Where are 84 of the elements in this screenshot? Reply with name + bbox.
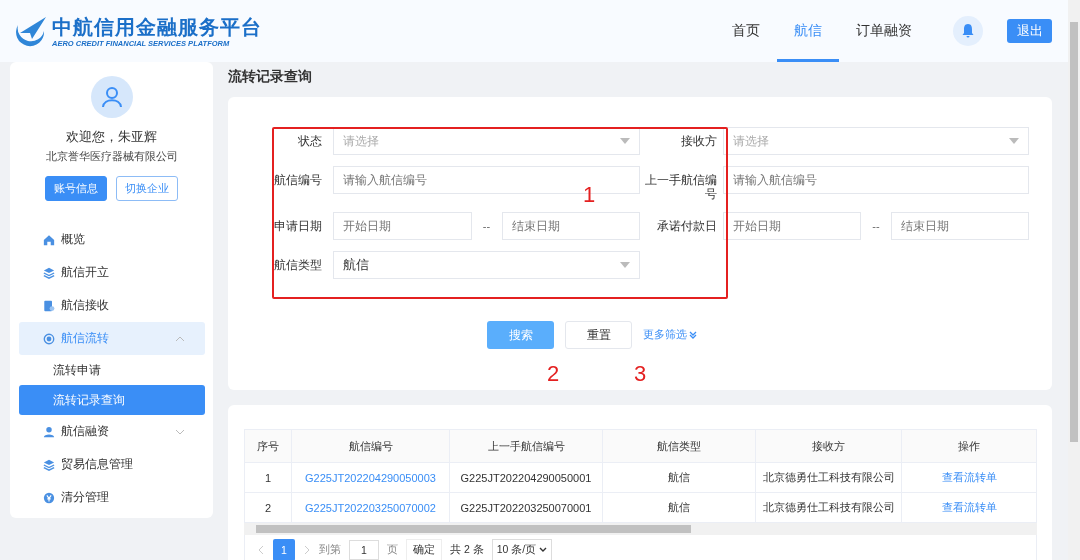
caret-icon	[620, 262, 630, 268]
target-icon	[43, 332, 55, 345]
field-label: 接收方	[680, 134, 718, 149]
field-label: 航信类型	[273, 258, 323, 273]
table-cell: 北京德勇仕工科技有限公司	[755, 462, 902, 493]
date-field[interactable]: 开始日期	[333, 212, 472, 240]
more-filters-link[interactable]: 更多筛选	[643, 328, 697, 342]
table-cell: 北京德勇仕工科技有限公司	[755, 492, 902, 523]
code-link[interactable]: G225JT202204290050003	[291, 462, 450, 493]
page-button[interactable]: 1	[273, 538, 295, 560]
menu-item[interactable]: 航信流转	[19, 322, 205, 355]
column-header: 接收方	[755, 429, 902, 463]
annotation-number: 3	[634, 362, 647, 386]
submenu-item[interactable]: 流转记录查询	[19, 385, 205, 415]
column-header: 航信编号	[291, 429, 450, 463]
column-header: 序号	[244, 429, 292, 463]
menu-item[interactable]: 清分管理	[19, 481, 205, 514]
coin-icon	[43, 491, 55, 504]
horizontal-scrollbar[interactable]	[244, 523, 1037, 535]
submenu-item[interactable]: 流转申请	[19, 355, 205, 385]
greeting-text: 欢迎您，朱亚辉	[65, 128, 158, 146]
annotation-number: 2	[547, 362, 560, 386]
select-field[interactable]: 请选择	[723, 127, 1029, 155]
double-chevron-icon	[689, 331, 697, 339]
menu-item[interactable]: 航信接收	[19, 289, 205, 322]
column-header: 上一手航信编号	[449, 429, 603, 463]
table-cell: 航信	[602, 492, 756, 523]
company-name: 北京誉华医疗器械有限公司	[44, 150, 179, 164]
previous-page-icon[interactable]	[257, 544, 265, 555]
confirm-button[interactable]: 确定	[406, 538, 442, 560]
document-icon	[43, 299, 55, 312]
reset-button[interactable]: 重置	[565, 321, 632, 349]
page-title: 流转记录查询	[228, 67, 313, 86]
table-cell: G225JT202203250070001	[449, 492, 603, 523]
menu-item[interactable]: 贸易信息管理	[19, 448, 205, 481]
date-field[interactable]: 结束日期	[891, 212, 1029, 240]
table-cell: 2	[244, 492, 292, 523]
view-link[interactable]: 查看流转单	[901, 462, 1037, 493]
table-cell: 航信	[602, 462, 756, 493]
field-label: 上一手航信编号	[645, 173, 718, 201]
range-separator: --	[871, 220, 881, 232]
goto-label: 到第	[319, 542, 341, 557]
select-field[interactable]: 请选择	[333, 127, 640, 155]
table-cell: 1	[244, 462, 292, 493]
menu-item[interactable]: 航信融资	[19, 415, 205, 448]
column-header: 操作	[901, 429, 1037, 463]
caret-icon	[620, 138, 630, 144]
field-label: 申请日期	[273, 219, 323, 234]
avatar-icon	[90, 76, 133, 118]
field-label: 航信编号	[273, 173, 323, 188]
column-header: 航信类型	[602, 429, 756, 463]
vertical-scrollbar[interactable]	[1068, 0, 1080, 560]
date-field[interactable]: 结束日期	[501, 212, 640, 240]
home-icon	[43, 233, 55, 246]
select-field[interactable]: 航信	[333, 251, 640, 279]
total-count: 共 2 条	[450, 542, 484, 557]
caret-icon	[1009, 138, 1019, 144]
layers-icon	[43, 266, 55, 279]
user-icon	[43, 425, 55, 438]
logout-button[interactable]: 退出	[1007, 19, 1052, 43]
range-separator: --	[481, 220, 492, 232]
layers-icon	[43, 458, 55, 471]
logo-title: 中航信用金融服务平台	[52, 14, 262, 39]
nav-tab[interactable]: 航信	[777, 0, 839, 62]
table-cell: G225JT202204290050001	[449, 462, 603, 493]
menu-item[interactable]: 概览	[19, 223, 205, 256]
page-input[interactable]: 1	[349, 539, 379, 560]
code-link[interactable]: G225JT202203250070002	[291, 492, 450, 523]
nav-tab[interactable]: 首页	[715, 0, 777, 62]
next-page-icon[interactable]	[303, 544, 311, 555]
search-button[interactable]: 搜索	[487, 321, 554, 349]
menu-item[interactable]: 航信开立	[19, 256, 205, 289]
account-info-button[interactable]: 账号信息	[45, 176, 107, 201]
field-label: 承诺付款日	[656, 219, 718, 234]
field-label: 状态	[297, 134, 323, 149]
switch-company-button[interactable]: 切换企业	[116, 176, 178, 201]
view-link[interactable]: 查看流转单	[901, 492, 1037, 523]
chevron-down-icon	[539, 546, 548, 553]
page-size-select[interactable]: 10 条/页	[491, 538, 553, 560]
date-field[interactable]: 开始日期	[723, 212, 861, 240]
nav-tab[interactable]: 订单融资	[839, 0, 929, 62]
input-field[interactable]: 请输入航信编号	[723, 166, 1029, 194]
page-unit: 页	[387, 542, 398, 557]
bell-icon[interactable]	[953, 16, 983, 46]
